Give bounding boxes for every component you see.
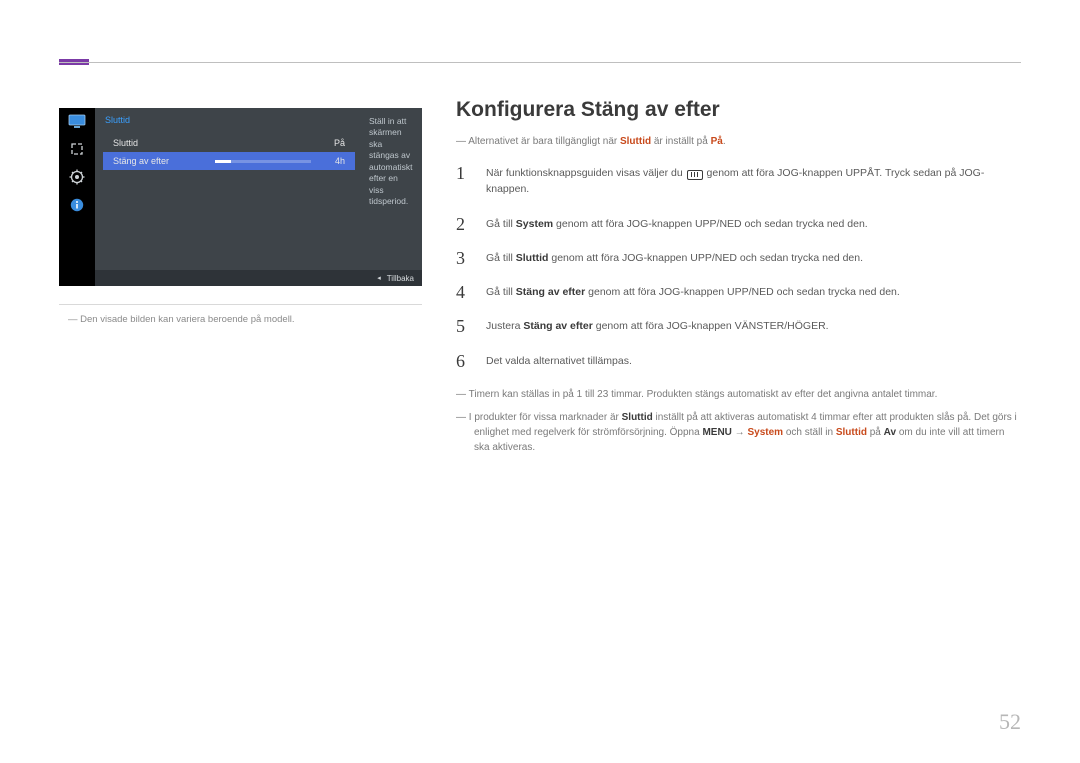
text: .	[723, 136, 726, 147]
osd-main: Sluttid Sluttid På Stäng av efter 4h Stä…	[95, 108, 422, 286]
osd-slider-fill	[215, 160, 231, 163]
crop-icon	[68, 142, 86, 156]
text: I produkter för vissa marknader är	[469, 412, 622, 423]
text: på	[867, 427, 884, 438]
note-availability: Alternativet är bara tillgängligt när Sl…	[456, 134, 1021, 149]
info-icon	[68, 198, 86, 212]
text: genom att föra JOG-knappen UPP/NED och s…	[548, 252, 863, 264]
text: och ställ in	[783, 427, 836, 438]
keyword-stangav: Stäng av efter	[523, 320, 592, 332]
text: genom att föra JOG-knappen VÄNSTER/HÖGER…	[593, 320, 829, 332]
step-1: När funktionsknappsguiden visas väljer d…	[456, 165, 1021, 198]
gear-icon	[68, 170, 86, 184]
text: Gå till	[486, 286, 516, 298]
text: Justera	[486, 320, 523, 332]
page-number: 52	[999, 709, 1021, 735]
keyword-stangav: Stäng av efter	[516, 286, 585, 298]
osd-row-value: På	[334, 138, 345, 148]
header-rule	[59, 62, 1021, 63]
osd-footer: ◂ Tillbaka	[95, 270, 422, 286]
step-6: Det valda alternativet tillämpas.	[456, 353, 1021, 369]
text: är inställt på	[651, 136, 710, 147]
note-market: I produkter för vissa marknader är Slutt…	[456, 410, 1021, 455]
osd-row-value: 4h	[335, 156, 345, 166]
monitor-icon	[68, 114, 86, 128]
keyword-menu: MENU	[702, 427, 731, 438]
keyword-system: System	[516, 218, 553, 230]
osd-slider	[215, 160, 311, 163]
keyword-sluttid: Sluttid	[516, 252, 549, 264]
keyword-sluttid: Sluttid	[620, 136, 651, 147]
osd-sidebar	[59, 108, 95, 286]
step-4: Gå till Stäng av efter genom att föra JO…	[456, 284, 1021, 300]
osd-row-sluttid: Sluttid På	[103, 134, 355, 152]
steps-list: När funktionsknappsguiden visas väljer d…	[456, 165, 1021, 369]
page-title: Konfigurera Stäng av efter	[456, 98, 1021, 122]
osd-row-label: Stäng av efter	[113, 156, 209, 166]
osd-row-label: Sluttid	[113, 138, 209, 148]
osd-row-stangav: Stäng av efter 4h	[103, 152, 355, 170]
osd-preview: Sluttid Sluttid På Stäng av efter 4h Stä…	[59, 108, 422, 286]
text: genom att föra JOG-knappen UPP/NED och s…	[553, 218, 868, 230]
triangle-left-icon: ◂	[377, 274, 381, 282]
osd-description: Ställ in att skärmen ska stängas av auto…	[369, 116, 414, 208]
osd-title: Sluttid	[105, 115, 130, 125]
menu-button-icon	[687, 170, 703, 180]
arrow-icon: →	[732, 427, 748, 438]
osd-back-label: Tillbaka	[387, 274, 414, 283]
step-2: Gå till System genom att föra JOG-knappe…	[456, 216, 1021, 232]
keyword-system: System	[747, 427, 783, 438]
step-3: Gå till Sluttid genom att föra JOG-knapp…	[456, 250, 1021, 266]
text: Alternativet är bara tillgängligt när	[468, 136, 620, 147]
keyword-av: Av	[884, 427, 896, 438]
text: genom att föra JOG-knappen UPP/NED och s…	[585, 286, 900, 298]
text: Gå till	[486, 252, 516, 264]
keyword-sluttid: Sluttid	[622, 412, 653, 423]
text: Det valda alternativet tillämpas.	[486, 355, 632, 367]
text: Gå till	[486, 218, 516, 230]
text: När funktionsknappsguiden visas väljer d…	[486, 167, 686, 179]
keyword-pa: På	[711, 136, 723, 147]
osd-caption: Den visade bilden kan variera beroende p…	[59, 314, 422, 325]
caption-rule	[59, 304, 422, 305]
keyword-sluttid: Sluttid	[836, 427, 867, 438]
step-5: Justera Stäng av efter genom att föra JO…	[456, 318, 1021, 334]
content-column: Konfigurera Stäng av efter Alternativet …	[456, 98, 1021, 463]
note-timer-range: Timern kan ställas in på 1 till 23 timma…	[456, 387, 1021, 402]
